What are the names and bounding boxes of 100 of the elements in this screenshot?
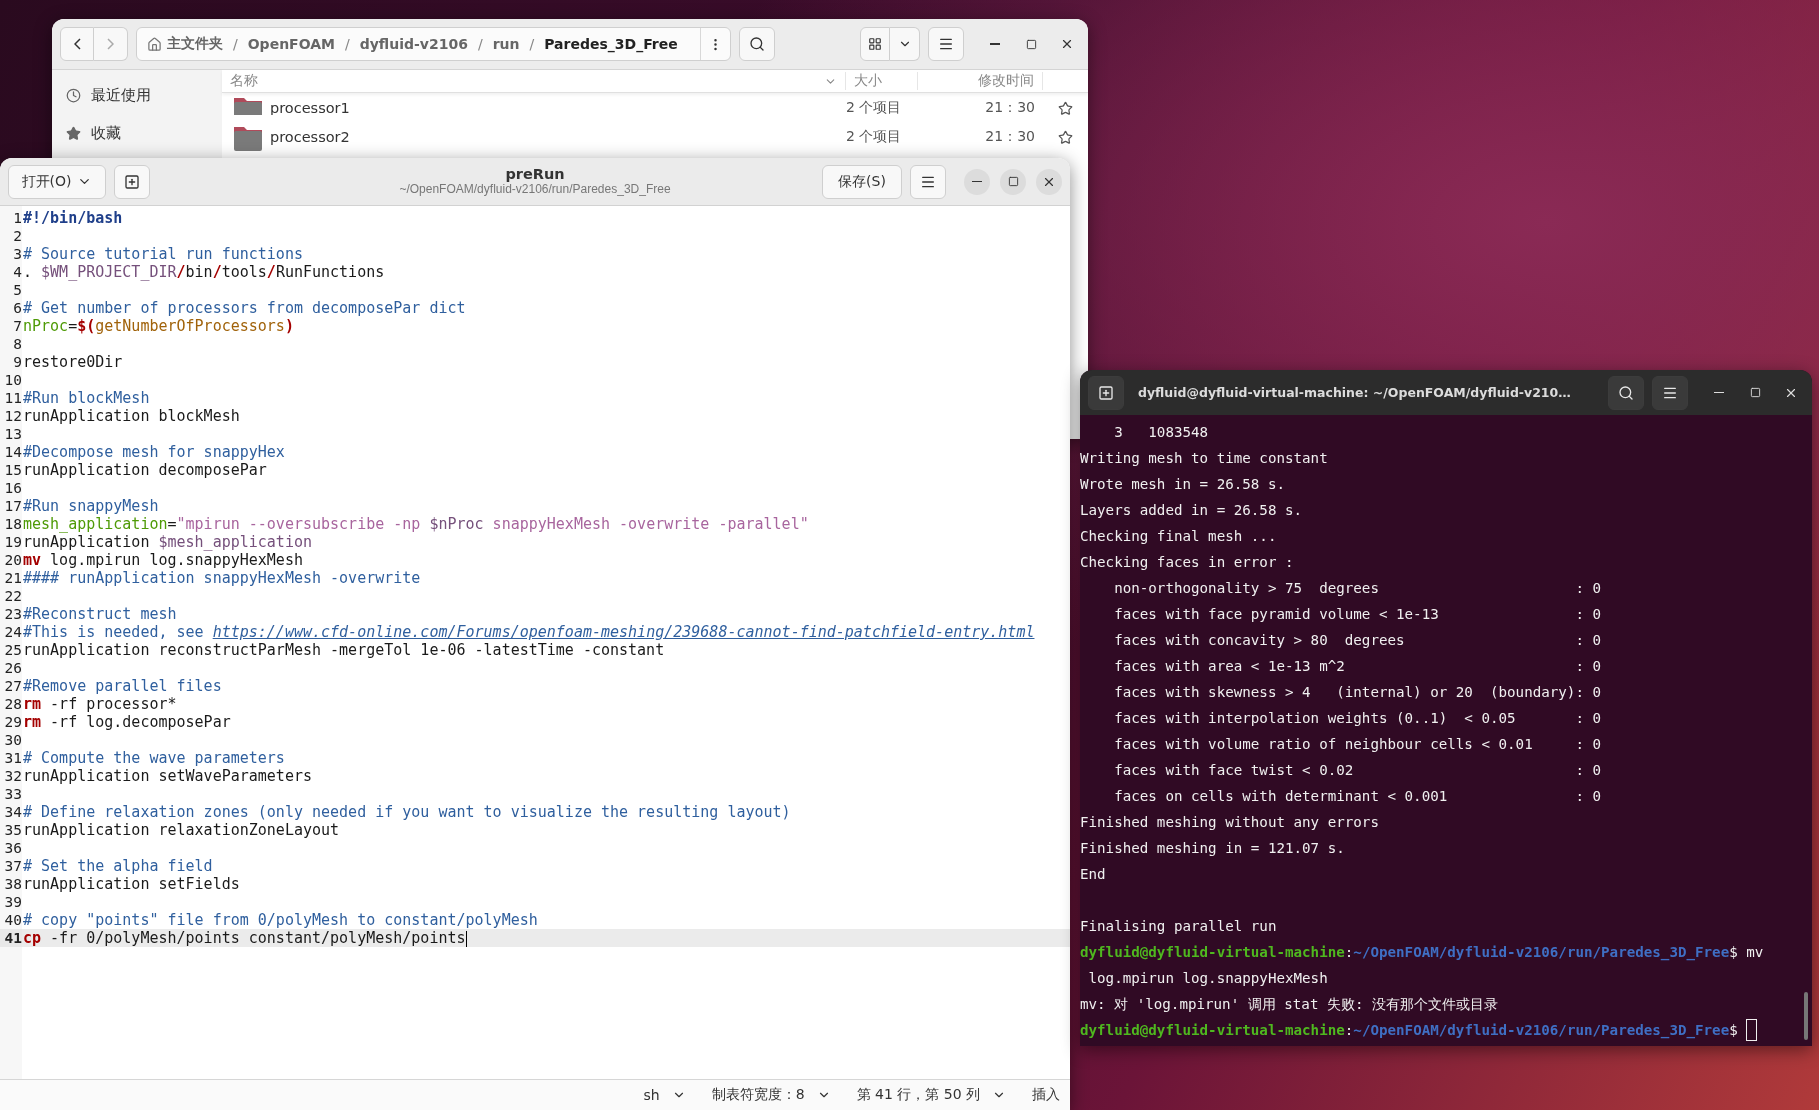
line-number: 38 [3,875,22,893]
file-row[interactable]: processor2 2 个项目 21：30 [222,115,1088,159]
code-line: #!/bin/bash [22,209,124,227]
breadcrumb[interactable]: Paredes_3D_Free [544,36,678,52]
terminal-line: faces with area < 1e-13 m^2 : 0 [1113,657,1602,676]
terminal-line: dyfluid@dyfluid-virtual-machine:~/OpenFOAM/dyfluid-v2106/run/Paredes_3D_Free$ [1080,1021,1738,1041]
modified-time: 21：30 [984,128,1036,146]
code-line: nProc=$(getNumberOfProcessors) [22,317,295,335]
path-separator: / [477,36,483,52]
line-number: 1 [12,209,22,227]
save-button[interactable]: 保存(S) [822,164,902,199]
line-number: 16 [3,479,22,497]
file-size: 2 个项目 [846,99,903,115]
code-line: runApplication reconstructParMesh -mergeTol 1e-06 -latestTime -constant [22,641,666,659]
line-number: 17 [3,497,22,515]
line-number: 28 [3,695,22,713]
line-number: 41 [0,929,22,947]
code-line: #### runApplication snappyHexMesh -overwrite [22,569,422,587]
line-number: 18 [3,515,22,533]
code-line: restore0Dir [22,353,124,371]
sidebar-label: 收藏 [91,123,121,143]
code-line: #This is needed, see https://www.cfd-online.com/Forums/openfoam-meshing/239688-cannot-find-patchfield-entry.html [22,623,1036,641]
line-number: 8 [12,335,22,353]
terminal-line: Writing mesh to time constant [1080,449,1329,468]
code-line: #Reconstruct mesh [22,605,178,623]
column-heading[interactable]: 大小 [846,72,918,90]
line-number: 22 [3,587,22,605]
line-number: 13 [3,425,22,443]
terminal-line: faces with concavity > 80 degrees : 0 [1113,631,1602,650]
file-size: 2 个项目 [846,128,903,146]
line-number: 6 [12,299,22,317]
breadcrumb[interactable]: run [492,36,520,52]
code-line: runApplication $mesh_application [22,533,313,551]
status-item[interactable]: sh [643,1087,686,1103]
line-number: 40 [3,911,22,929]
line-number: 27 [3,677,22,695]
terminal-line: log.mpirun log.snappyHexMesh [1087,969,1329,988]
status-item[interactable]: 制表符宽度：8 [711,1086,831,1104]
open-button[interactable]: 打开(O) [8,164,106,199]
code-line: rm -rf processor* [22,695,178,713]
code-line: mesh_application="mpirun --oversubscribe -np $nProc snappyHexMesh -overwrite -parallel" [22,515,810,533]
line-number: 36 [3,839,22,857]
breadcrumb[interactable]: 主文件夹 [147,35,223,53]
column-heading[interactable]: 名称 [222,72,846,90]
line-number: 5 [12,281,22,299]
status-item[interactable]: 插入 [1032,1086,1060,1104]
code-line: # Source tutorial run functions [22,245,304,263]
line-number: 3 [12,245,22,263]
code-line: #Run blockMesh [22,389,151,407]
status-item[interactable]: 第 41 行，第 50 列 [856,1086,1006,1104]
terminal-line: faces with interpolation weights (0..1) < 0.05 : 0 [1113,709,1602,728]
terminal-line: faces on cells with determinant < 0.001 : 0 [1113,787,1602,806]
line-number: 12 [3,407,22,425]
code-line: runApplication setWaveParameters [22,767,313,785]
terminal-line: dyfluid@dyfluid-virtual-machine:~/OpenFOAM/dyfluid-v2106/run/Paredes_3D_Free$ mv [1080,943,1764,963]
code-line: runApplication relaxationZoneLayout [22,821,341,839]
code-line: # Get number of processors from decomposePar dict [22,299,467,317]
terminal-line: faces with face pyramid volume < 1e-13 : 0 [1113,605,1602,624]
line-number: 35 [3,821,22,839]
sidebar-item[interactable]: 最近使用 [64,78,222,112]
line-number: 20 [3,551,22,569]
line-number: 24 [3,623,22,641]
line-number: 9 [12,353,22,371]
terminal-line: non-orthogonality > 75 degrees : 0 [1113,579,1602,598]
terminal-line: Checking faces in error : [1080,553,1295,572]
file-name: processor2 [270,129,350,145]
line-number: 37 [3,857,22,875]
terminal-line: faces with skewness > 4 (internal) or 20 (boundary): 0 [1113,683,1602,702]
terminal-line: faces with volume ratio of neighbour cells < 0.01 : 0 [1113,735,1602,754]
line-number: 39 [3,893,22,911]
line-number: 21 [3,569,22,587]
breadcrumb[interactable]: dyfluid-v2106 [359,36,468,52]
window-title: preRun [505,166,565,183]
line-number: 34 [3,803,22,821]
terminal-line: Checking final mesh ... [1080,527,1278,546]
path-separator: / [529,36,535,52]
terminal-line: faces with face twist < 0.02 : 0 [1113,761,1602,780]
line-number: 19 [3,533,22,551]
code-line: #Remove parallel files [22,677,223,695]
terminal-line: 3 1083548 [1113,423,1210,442]
sidebar-item[interactable]: 收藏 [64,116,222,150]
terminal-line: Finished meshing without any errors [1080,813,1380,832]
path-separator: / [344,36,350,52]
line-number: 25 [3,641,22,659]
modified-time: 21：30 [984,99,1036,115]
line-number: 2 [12,227,22,245]
code-line: # Compute the wave parameters [22,749,286,767]
column-label: 名称 [230,72,258,90]
line-number: 15 [3,461,22,479]
line-number: 32 [3,767,22,785]
code-line: #Decompose mesh for snappyHex [22,443,286,461]
line-number: 29 [3,713,22,731]
code-line: # Set the alpha field [22,857,214,875]
line-number: 23 [3,605,22,623]
sidebar-label: 最近使用 [91,85,151,105]
line-number: 30 [3,731,22,749]
breadcrumb[interactable]: OpenFOAM [247,36,335,52]
column-heading[interactable]: 修改时间 [970,72,1043,90]
terminal-line: End [1080,865,1107,884]
terminal-line: Wrote mesh in = 26.58 s. [1080,475,1286,494]
